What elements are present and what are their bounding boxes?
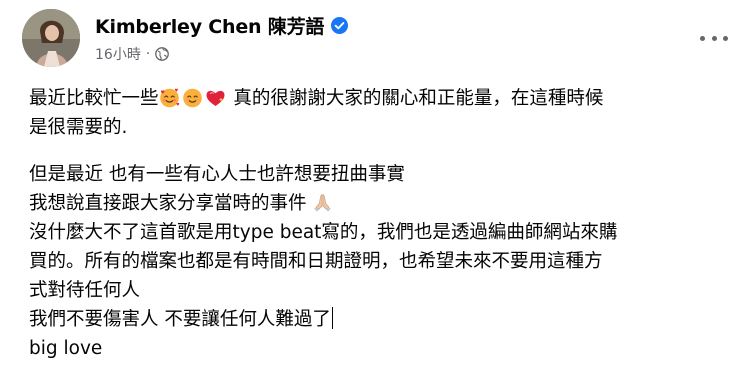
author-name[interactable]: Kimberley Chen 陳芳語: [95, 12, 324, 39]
author-line: Kimberley Chen 陳芳語: [95, 12, 349, 39]
post-text: 我們不要傷害人 不要讓任何人難過了: [29, 309, 331, 330]
post-text: big love: [29, 338, 103, 359]
more-options-button[interactable]: [700, 30, 728, 46]
post-text: 真的很謝謝大家的關心和正能量，在這種時候: [227, 88, 604, 109]
smiling-face-emoji-icon: [182, 87, 203, 108]
verified-badge-icon: [331, 16, 349, 34]
post-line: 式對待任何人: [29, 276, 733, 305]
avatar-image: [22, 9, 80, 67]
post-line: 是很需要的.: [29, 113, 733, 142]
post-body: 最近比較忙一些 真的很謝謝大家的關心和正能量，在這種時候 是很需要的. 但是最近…: [29, 84, 733, 363]
sparkling-heart-emoji-icon: [205, 87, 226, 108]
text-cursor: [331, 307, 334, 329]
post-timestamp[interactable]: 16小時: [95, 44, 141, 64]
post-line: 最近比較忙一些 真的很謝謝大家的關心和正能量，在這種時候: [29, 84, 733, 113]
post-text: 是很需要的.: [29, 117, 128, 138]
post-text: 但是最近 也有一些有心人士也許想要扭曲事實: [29, 164, 405, 185]
post-line: 我想說直接跟大家分享當時的事件: [29, 189, 733, 218]
post-text: 沒什麼大不了這首歌是用type beat寫的，我們也是透過編曲師網站來購: [29, 222, 618, 243]
post-paragraph-1: 最近比較忙一些 真的很謝謝大家的關心和正能量，在這種時候 是很需要的.: [29, 84, 733, 142]
post-meta: 16小時 ·: [95, 44, 170, 64]
post-text: 最近比較忙一些: [29, 88, 159, 109]
more-options-dot: [723, 35, 728, 41]
post-text: 式對待任何人: [29, 280, 141, 301]
folded-hands-emoji-icon: [312, 192, 333, 213]
facebook-post: Kimberley Chen 陳芳語 16小時 · 最近比較忙一些 真的很謝謝大…: [0, 0, 748, 369]
more-options-dot: [711, 35, 717, 41]
more-options-icon: [700, 35, 705, 41]
post-line: 沒什麼大不了這首歌是用type beat寫的，我們也是透過編曲師網站來購: [29, 218, 733, 247]
smiling-face-with-hearts-emoji-icon: [159, 87, 180, 108]
post-line: 買的。所有的檔案也都是有時間和日期證明，也希望未來不要用這種方: [29, 247, 733, 276]
post-line: 我們不要傷害人 不要讓任何人難過了: [29, 305, 733, 334]
post-line: big love: [29, 334, 733, 363]
avatar[interactable]: [22, 9, 80, 67]
post-line: 但是最近 也有一些有心人士也許想要扭曲事實: [29, 160, 733, 189]
globe-icon[interactable]: [155, 47, 170, 61]
post-text: 買的。所有的檔案也都是有時間和日期證明，也希望未來不要用這種方: [29, 251, 603, 272]
meta-separator: ·: [145, 46, 151, 62]
post-text: 我想說直接跟大家分享當時的事件: [29, 193, 313, 214]
